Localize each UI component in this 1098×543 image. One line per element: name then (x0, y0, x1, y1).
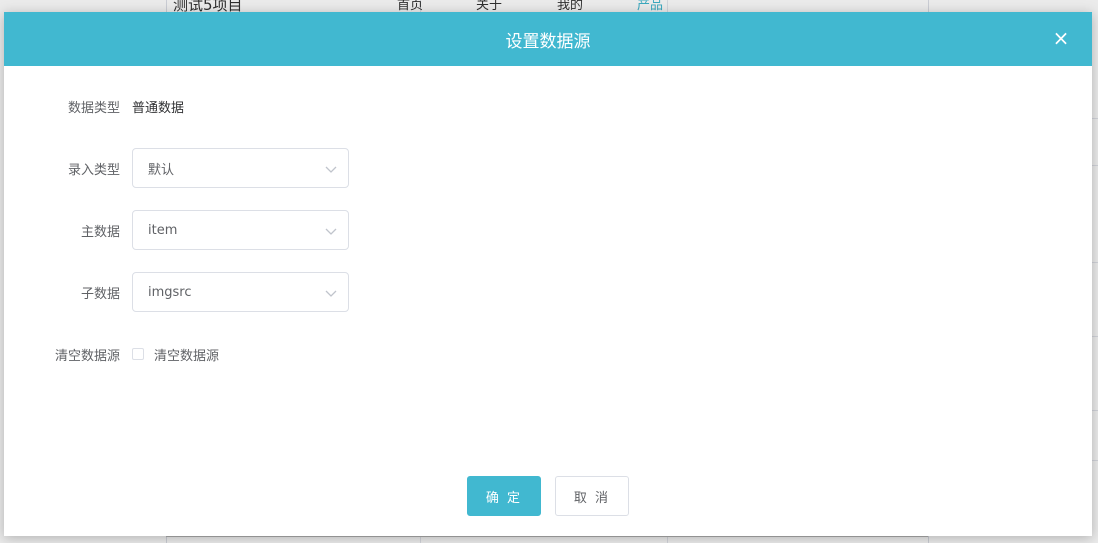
clear-data-source-checkbox[interactable]: 清空数据源 (132, 345, 219, 364)
set-data-source-dialog: 设置数据源 × 数据类型 普通数据 录入类型 默认 主数据 item 子数据 i… (4, 12, 1092, 536)
cancel-button[interactable]: 取 消 (555, 476, 629, 516)
form-row-input-type: 录入类型 默认 (4, 148, 349, 188)
input-type-select-value: 默认 (148, 162, 175, 178)
sub-data-label: 子数据 (80, 286, 120, 302)
data-type-label: 数据类型 (67, 100, 120, 116)
confirm-button[interactable]: 确 定 (467, 476, 541, 516)
form-row-clear-data-source: 清空数据源 清空数据源 (4, 344, 219, 364)
data-type-value: 普通数据 (132, 100, 185, 116)
form-row-main-data: 主数据 item (4, 210, 349, 250)
sub-data-select-value: imgsrc (148, 284, 192, 300)
clear-data-source-label: 清空数据源 (54, 348, 120, 364)
close-icon[interactable]: × (1052, 28, 1070, 48)
form-row-sub-data: 子数据 imgsrc (4, 272, 349, 312)
checkbox-box[interactable] (132, 348, 144, 360)
chevron-down-icon (325, 228, 337, 235)
clear-data-source-checkbox-label[interactable]: 清空数据源 (154, 345, 219, 364)
main-data-select-value: item (148, 222, 178, 238)
sub-data-select[interactable]: imgsrc (132, 272, 349, 312)
input-type-label: 录入类型 (67, 162, 120, 178)
form-row-data-type: 数据类型 普通数据 (4, 96, 184, 116)
main-data-label: 主数据 (80, 224, 120, 240)
chevron-down-icon (325, 166, 337, 173)
dialog-header: 设置数据源 × (4, 12, 1092, 66)
chevron-down-icon (325, 290, 337, 297)
main-data-select[interactable]: item (132, 210, 349, 250)
dialog-title: 设置数据源 (505, 31, 591, 52)
input-type-select[interactable]: 默认 (132, 148, 349, 188)
